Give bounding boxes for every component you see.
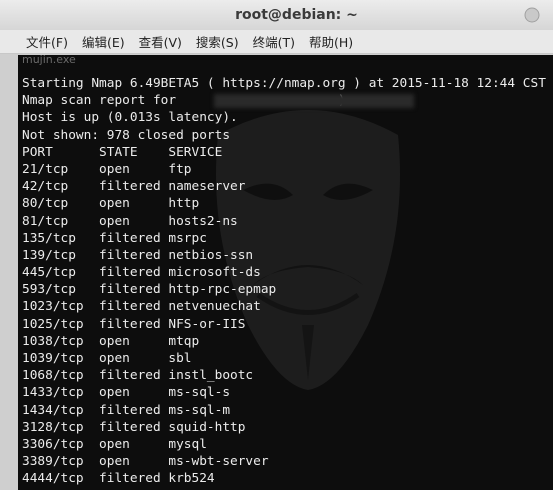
terminal-line: Starting Nmap 6.49BETA5 ( https://nmap.o… [22,76,546,91]
terminal-line: 1023/tcp filtered netvenuechat [22,299,261,315]
menu-bar: 文件(F) 编辑(E) 查看(V) 搜索(S) 终端(T) 帮助(H) [0,30,553,54]
window-title: root@debian: ~ [235,7,358,23]
menu-edit[interactable]: 编辑(E) [82,32,125,51]
overlay-text: mujin.exe [22,55,76,66]
menu-help[interactable]: 帮助(H) [309,32,353,51]
terminal-output: Starting Nmap 6.49BETA5 ( https://nmap.o… [22,75,546,488]
terminal-line: Host is up (0.013s latency). [22,110,238,126]
menu-view[interactable]: 查看(V) [139,32,182,51]
terminal-line: 42/tcp filtered nameserver [22,179,246,195]
terminal-window: root@debian: ~ 文件(F) 编辑(E) 查看(V) 搜索(S) 终… [0,0,553,490]
terminal-line: 3128/tcp filtered squid-http [22,419,246,435]
terminal-line: 135/tcp filtered msrpc [22,230,207,246]
redacted-ip [214,94,414,108]
terminal-line: 1025/tcp filtered NFS-or-IIS [22,316,246,332]
terminal-line: Not shown: 978 closed ports [22,127,231,143]
terminal-line: 4444/tcp filtered krb524 [22,471,215,487]
terminal-line: 21/tcp open ftp [22,161,192,177]
terminal-line: 3306/tcp open mysql [22,436,207,452]
terminal-line: 81/tcp open hosts2-ns [22,213,238,229]
terminal-line: 1434/tcp filtered ms-sql-m [22,402,231,418]
menu-terminal[interactable]: 终端(T) [253,32,295,51]
title-bar[interactable]: root@debian: ~ [0,0,553,31]
terminal-line: 1039/tcp open sbl [22,351,192,366]
terminal-line: 139/tcp filtered netbios-ssn [22,247,254,263]
terminal-line: 445/tcp filtered microsoft-ds [22,265,261,281]
menu-file[interactable]: 文件(F) [26,32,68,51]
terminal-line: 1038/tcp open mtqp [22,333,200,349]
terminal-line: PORT STATE SERVICE [22,144,223,160]
window-control-icon[interactable] [523,6,541,24]
terminal-line: 593/tcp filtered http-rpc-epmap [22,282,277,298]
terminal-line: 1433/tcp open ms-sql-s [22,385,231,401]
terminal-line: 3389/tcp open ms-wbt-server [22,454,269,470]
menu-search[interactable]: 搜索(S) [196,32,239,51]
terminal-line: 80/tcp open http [22,196,200,212]
terminal-line: 1068/tcp filtered instl_bootc [22,368,254,384]
terminal-area[interactable]: mujin.exe Starting Nmap 6.49BETA5 ( http… [18,55,553,490]
